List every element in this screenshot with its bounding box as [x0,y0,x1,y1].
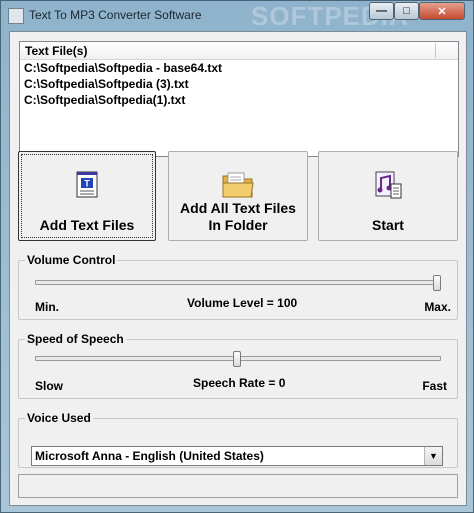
file-list-header-label: Text File(s) [25,44,88,58]
voice-selected-value: Microsoft Anna - English (United States) [35,449,264,463]
title-bar[interactable]: Text To MP3 Converter Software SOFTPEDIA… [1,1,473,31]
speech-slow-label: Slow [35,379,64,393]
minimize-button[interactable]: — [369,2,394,20]
maximize-button[interactable]: □ [394,2,419,20]
list-item[interactable]: C:\Softpedia\Softpedia (3).txt [20,76,458,92]
main-window: Text To MP3 Converter Software SOFTPEDIA… [0,0,474,513]
speech-fast-label: Fast [422,379,447,393]
client-area: Text File(s) C:\Softpedia\Softpedia - ba… [9,31,467,506]
window-title: Text To MP3 Converter Software [29,8,202,22]
file-list-header[interactable]: Text File(s) [20,42,458,60]
list-item[interactable]: C:\Softpedia\Softpedia - base64.txt [20,60,458,76]
add-folder-label-line2: In Folder [208,217,268,233]
add-folder-button[interactable]: Add All Text Files In Folder [168,151,308,241]
text-document-icon: T [76,170,98,203]
volume-max-label: Max. [424,300,451,314]
volume-slider-thumb[interactable] [433,275,441,291]
voice-used-group: Voice Used Microsoft Anna - English (Uni… [18,411,458,468]
speed-of-speech-label: Speed of Speech [25,332,126,346]
music-document-icon [373,170,403,205]
speech-rate-text: Speech Rate = 0 [193,376,286,390]
volume-min-label: Min. [35,300,59,314]
voice-select[interactable]: Microsoft Anna - English (United States)… [31,446,443,466]
speech-slider-thumb[interactable] [233,351,241,367]
chevron-down-icon[interactable]: ▼ [424,447,442,465]
svg-text:T: T [84,179,90,189]
file-list[interactable]: Text File(s) C:\Softpedia\Softpedia - ba… [19,41,459,157]
voice-used-label: Voice Used [25,411,93,425]
speed-of-speech-group: Speed of Speech Slow Speech Rate = 0 Fas… [18,332,458,399]
status-bar [18,474,458,498]
add-text-files-label: Add Text Files [39,217,135,233]
add-folder-label-line1: Add All Text Files [180,200,296,216]
volume-control-label: Volume Control [25,253,118,267]
volume-control-group: Volume Control Min. Volume Level = 100 M… [18,253,458,320]
volume-level-text: Volume Level = 100 [187,296,298,310]
start-button[interactable]: Start [318,151,458,241]
app-icon [8,8,24,24]
start-label: Start [372,217,404,233]
list-item[interactable]: C:\Softpedia\Softpedia(1).txt [20,92,458,108]
close-button[interactable]: ✕ [419,2,465,20]
volume-slider-track[interactable] [35,280,441,285]
add-folder-label: Add All Text Files In Folder [169,200,307,234]
column-separator[interactable] [435,43,436,58]
add-text-files-button[interactable]: T Add Text Files [18,151,156,241]
